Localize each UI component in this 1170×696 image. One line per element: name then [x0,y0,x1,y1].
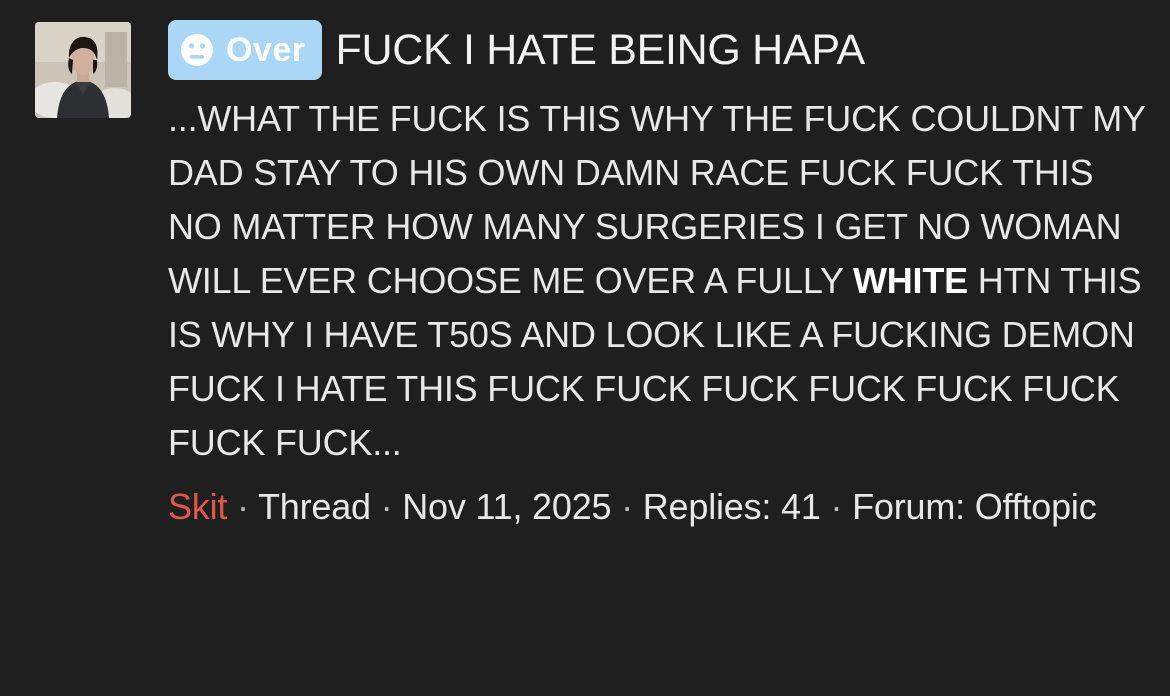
content-type: Thread [257,486,371,527]
post-date: Nov 11, 2025 [402,486,612,527]
meta-separator: · [370,486,403,527]
meta-separator: · [820,486,853,527]
thread-prefix-badge[interactable]: Over [168,20,322,80]
thread-prefix-label: Over [226,30,306,69]
avatar[interactable] [35,22,131,118]
thread-content: Over FUCK I HATE BEING HAPA ...WHAT THE … [168,20,1148,534]
forum-label: Forum: [852,486,965,527]
thread-snippet: ...WHAT THE FUCK IS THIS WHY THE FUCK CO… [168,92,1148,470]
thread-title-row: Over FUCK I HATE BEING HAPA [168,20,1148,80]
meta-separator: · [227,486,258,527]
forum-link[interactable]: Offtopic [975,486,1097,527]
search-result-thread[interactable]: Over FUCK I HATE BEING HAPA ...WHAT THE … [0,0,1170,696]
snippet-highlight: WHITE [852,260,968,301]
sad-face-icon [181,34,213,66]
meta-separator: · [611,486,643,527]
avatar-photo [35,22,131,118]
replies-count: 41 [781,486,821,527]
replies-label: Replies: [642,486,772,527]
thread-meta: Skit · Thread · Nov 11, 2025 · Replies: … [168,480,1148,534]
thread-title[interactable]: FUCK I HATE BEING HAPA [336,26,866,75]
author-link[interactable]: Skit [168,486,227,527]
